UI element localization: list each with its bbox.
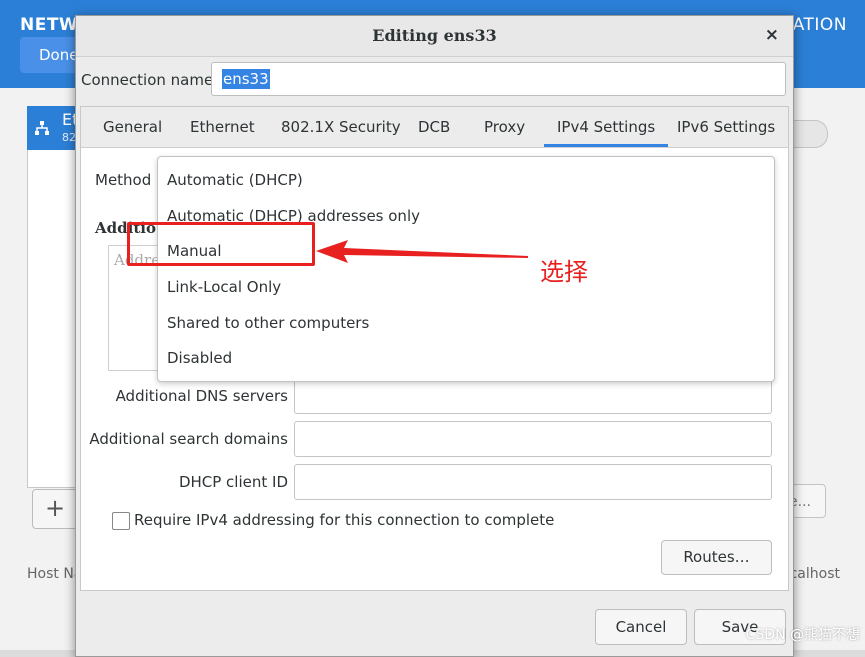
routes-button[interactable]: Routes… [661, 540, 772, 575]
search-domains-input[interactable] [294, 421, 772, 457]
add-device-button[interactable]: + [32, 489, 78, 529]
annotation-highlight-box [127, 222, 315, 266]
require-ipv4-checkbox[interactable] [112, 512, 130, 530]
network-wired-icon [34, 120, 50, 140]
installer-title: NETW [20, 15, 79, 35]
method-label: Method [95, 171, 152, 189]
dns-servers-input[interactable] [294, 378, 772, 414]
method-option-link-local[interactable]: Link-Local Only [167, 272, 281, 302]
tab-8021x-security[interactable]: 802.1X Security [281, 107, 401, 147]
annotation-arrow-icon [316, 240, 528, 263]
watermark: CSDN @熊猫不想 [745, 627, 860, 643]
tab-ipv4-settings[interactable]: IPv4 Settings [544, 107, 669, 147]
method-dropdown-menu: Automatic (DHCP) Automatic (DHCP) addres… [157, 156, 775, 382]
close-icon[interactable]: × [765, 25, 779, 45]
tab-ethernet[interactable]: Ethernet [190, 107, 255, 147]
network-wired-icon-svg [35, 121, 49, 135]
tab-dcb[interactable]: DCB [418, 107, 450, 147]
require-ipv4-label: Require IPv4 addressing for this connect… [134, 511, 555, 529]
tab-general[interactable]: General [103, 107, 162, 147]
method-option-automatic-dhcp[interactable]: Automatic (DHCP) [167, 165, 303, 195]
method-option-disabled[interactable]: Disabled [167, 343, 232, 373]
connection-name-input[interactable]: ens33 [211, 62, 786, 96]
connection-name-value: ens33 [222, 69, 270, 89]
connection-name-label: Connection name [81, 71, 214, 89]
dns-servers-label: Additional DNS servers [115, 387, 288, 405]
annotation-label: 选择 [540, 258, 588, 286]
host-name-value: calhost [789, 566, 840, 582]
tab-ipv6-settings[interactable]: IPv6 Settings [677, 107, 775, 147]
search-domains-label: Additional search domains [89, 430, 288, 448]
network-device-sub: 82 [62, 131, 76, 144]
dialog-title: Editing ens33 [76, 16, 793, 57]
method-option-shared[interactable]: Shared to other computers [167, 308, 369, 338]
cancel-button[interactable]: Cancel [595, 609, 687, 645]
dhcp-client-id-label: DHCP client ID [178, 473, 288, 491]
tab-proxy[interactable]: Proxy [484, 107, 525, 147]
tab-bar: General Ethernet 802.1X Security DCB Pro… [81, 107, 788, 148]
dhcp-client-id-input[interactable] [294, 464, 772, 500]
